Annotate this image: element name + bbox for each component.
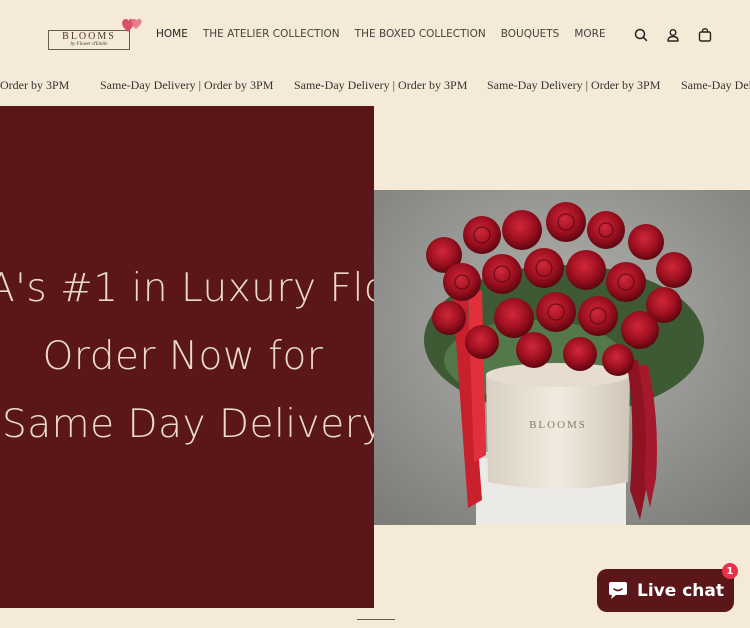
rose-box-illustration: BLOOMS — [374, 190, 750, 525]
site-header: BLOOMS by Flower d'Emile HOME THE ATELIE… — [0, 0, 750, 70]
logo-box: BLOOMS by Flower d'Emile — [48, 30, 130, 50]
logo-word: BLOOMS — [62, 31, 116, 42]
hero-heading-line-1: A's #1 in Luxury Flowe — [0, 266, 374, 311]
announcement-item: Same-Day Delivery | Order by 3PM — [100, 78, 274, 92]
cart-icon[interactable] — [697, 27, 713, 43]
live-chat-label: Live chat — [637, 580, 724, 601]
hero-heading-line-3: Same Day Delivery — [2, 402, 374, 447]
live-chat-button[interactable]: Live chat — [597, 569, 734, 612]
announcement-item: Order by 3PM — [0, 78, 70, 92]
nav-bouquets[interactable]: BOUQUETS — [501, 28, 560, 40]
hero-heading-line-2: Order Now for — [42, 334, 324, 379]
box-label: BLOOMS — [529, 419, 587, 431]
header-icons — [633, 27, 713, 43]
nav-more[interactable]: MORE — [574, 28, 605, 40]
slide-indicator[interactable] — [357, 619, 395, 620]
nav-home[interactable]: HOME — [156, 28, 188, 40]
hero-text-panel: A's #1 in Luxury Flowe Order Now for Sam… — [0, 106, 374, 608]
logo[interactable]: BLOOMS by Flower d'Emile — [48, 16, 142, 52]
logo-subtitle: by Flower d'Emile — [70, 42, 108, 47]
search-icon[interactable] — [633, 27, 649, 43]
account-icon[interactable] — [665, 27, 681, 43]
hearts-icon — [122, 18, 142, 32]
chat-bubble-icon — [609, 581, 627, 599]
announcement-item: Same-Day Delivery | Order by 3PM — [487, 78, 661, 92]
main-nav: HOME THE ATELIER COLLECTION THE BOXED CO… — [156, 28, 606, 40]
hero-image: BLOOMS — [374, 190, 750, 525]
announcement-item: Same-Day Delivery | Order by 3PM — [294, 78, 468, 92]
nav-atelier-collection[interactable]: THE ATELIER COLLECTION — [203, 28, 340, 40]
announcement-marquee: Order by 3PM Same-Day Delivery | Order b… — [0, 78, 750, 96]
announcement-item: Same-Day Delivery | Order by 3PM — [681, 78, 750, 92]
chat-notification-badge: 1 — [722, 563, 738, 579]
nav-boxed-collection[interactable]: THE BOXED COLLECTION — [355, 28, 486, 40]
